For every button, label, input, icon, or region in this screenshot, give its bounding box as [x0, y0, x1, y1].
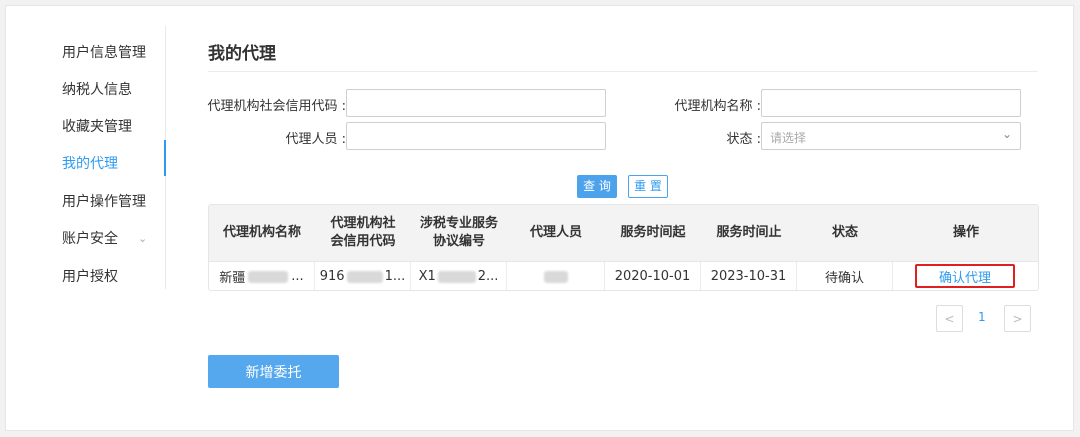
sidebar-item-user-operations[interactable]: 用户操作管理 [62, 191, 146, 211]
sidebar-item-account-security[interactable]: 账户安全 [62, 228, 118, 248]
cell-agent [507, 262, 605, 290]
agent-input[interactable] [346, 122, 606, 150]
org-name-input[interactable] [761, 89, 1021, 117]
org-name-label: 代理机构名称 : [674, 99, 761, 114]
table-header: 代理机构名称 代理机构社会信用代码 涉税专业服务协议编号 代理人员 服务时间起 … [209, 205, 1038, 261]
title-divider [208, 71, 1038, 72]
col-status: 状态 [831, 225, 858, 240]
status-placeholder: 请选择 [770, 131, 807, 145]
col-credit-code: 代理机构社会信用代码 [330, 216, 396, 249]
col-agent: 代理人员 [529, 225, 582, 240]
agent-label: 代理人员 : [285, 132, 346, 147]
col-end: 服务时间止 [716, 225, 782, 240]
sidebar-item-user-authorization[interactable]: 用户授权 [62, 266, 118, 286]
cell-end: 2023-10-31 [701, 262, 797, 290]
table-row: 新疆... 916 1... X1 2... 2020-10-01 2023-10-… [209, 261, 1038, 290]
sidebar: 用户信息管理 纳税人信息 收藏夹管理 我的代理 用户操作管理 账户安全 ⌄ 用户… [6, 26, 166, 289]
cell-credit-code: 916 1... [315, 262, 411, 290]
agency-table: 代理机构名称 代理机构社会信用代码 涉税专业服务协议编号 代理人员 服务时间起 … [208, 204, 1039, 291]
cell-status: 待确认 [797, 262, 893, 290]
chevron-down-icon: ⌄ [1001, 127, 1012, 141]
sidebar-item-favorites[interactable]: 收藏夹管理 [62, 116, 132, 136]
main-card: 用户信息管理 纳税人信息 收藏夹管理 我的代理 用户操作管理 账户安全 ⌄ 用户… [5, 5, 1074, 431]
status-label: 状态 : [726, 132, 761, 147]
col-action: 操作 [952, 225, 979, 240]
col-org-name: 代理机构名称 [222, 225, 301, 240]
active-indicator [164, 140, 166, 176]
col-agreement-no: 涉税专业服务协议编号 [419, 216, 498, 249]
next-page-button[interactable]: > [1004, 305, 1031, 332]
page-number[interactable]: 1 [978, 310, 986, 324]
status-select[interactable]: 请选择 ⌄ [761, 122, 1021, 150]
chevron-right-icon: > [1012, 311, 1023, 326]
cell-org-name: 新疆... [209, 262, 315, 290]
cell-start: 2020-10-01 [605, 262, 701, 290]
page-title: 我的代理 [208, 44, 276, 64]
cell-agreement-no: X1 2... [411, 262, 507, 290]
sidebar-item-user-info[interactable]: 用户信息管理 [62, 42, 146, 62]
query-button[interactable]: 查 询 [577, 175, 617, 198]
sidebar-item-my-agency[interactable]: 我的代理 [62, 153, 118, 173]
new-delegation-button[interactable]: 新增委托 [208, 355, 339, 388]
chevron-left-icon: < [944, 311, 955, 326]
col-start: 服务时间起 [620, 225, 686, 240]
confirm-agency-button[interactable]: 确认代理 [915, 264, 1015, 288]
reset-button[interactable]: 重 置 [628, 175, 668, 198]
credit-code-input[interactable] [346, 89, 606, 117]
chevron-down-icon[interactable]: ⌄ [138, 232, 147, 245]
credit-code-label: 代理机构社会信用代码 : [207, 99, 346, 114]
prev-page-button[interactable]: < [936, 305, 963, 332]
sidebar-item-taxpayer-info[interactable]: 纳税人信息 [62, 79, 132, 99]
